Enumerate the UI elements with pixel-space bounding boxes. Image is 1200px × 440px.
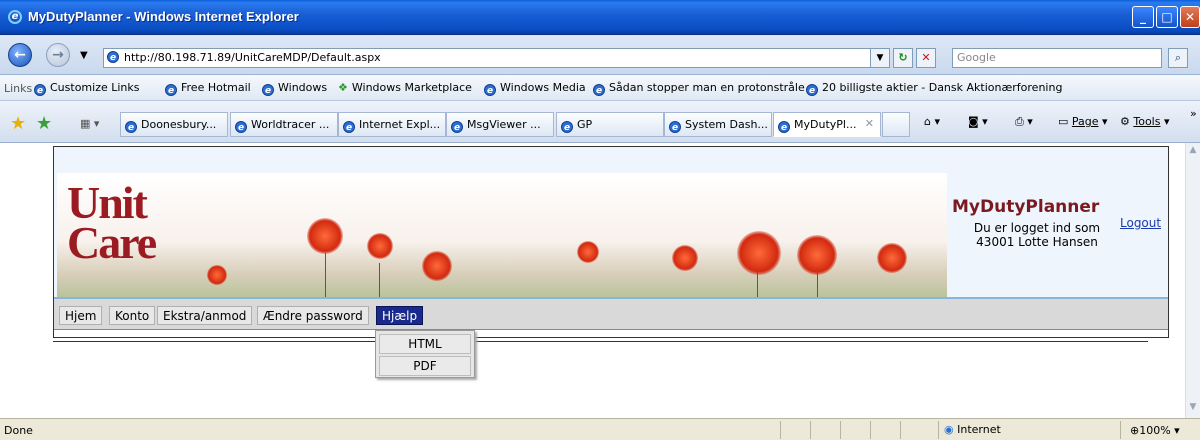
links-label: Links (4, 82, 33, 95)
tab-msgviewer[interactable]: e MsgViewer ... (446, 112, 554, 137)
close-button[interactable]: ✕ (1180, 6, 1200, 28)
tab-system-dash[interactable]: e System Dash... (664, 112, 772, 137)
link-item[interactable]: e Customize Links (34, 81, 140, 96)
menu-aendre-password[interactable]: Ændre password (257, 306, 369, 325)
tab-doonesbury[interactable]: e Doonesbury... (120, 112, 228, 137)
address-input[interactable]: e http://80.198.71.89/UnitCareMDP/Defaul… (103, 48, 888, 68)
address-dropdown-icon[interactable]: ▼ (870, 48, 890, 68)
minimize-button[interactable]: _ (1132, 6, 1154, 28)
stop-icon[interactable]: ✕ (916, 48, 936, 68)
chevron-more-icon[interactable]: » (1190, 107, 1197, 120)
tab-mydutyplanner[interactable]: e MyDutyPl... ✕ (773, 112, 881, 137)
frame-bottom-line (53, 341, 1148, 342)
link-item[interactable]: ❖ Windows Marketplace (338, 81, 472, 94)
window-title-bar[interactable]: e MyDutyPlanner - Windows Internet Explo… (0, 0, 1200, 35)
link-item[interactable]: e 20 billigste aktier - Dansk Aktionærfor… (806, 81, 1062, 96)
ie-page-icon: e (125, 121, 137, 133)
vertical-scrollbar[interactable]: ▲ ▼ (1185, 143, 1200, 418)
logout-link[interactable]: Logout (1120, 216, 1161, 230)
link-item[interactable]: e Free Hotmail (165, 81, 251, 96)
status-divider (840, 421, 841, 439)
ie-page-icon: e (451, 121, 463, 133)
back-button[interactable]: ← (8, 43, 32, 67)
close-tab-icon[interactable]: ✕ (865, 117, 874, 130)
menu-hjaelp[interactable]: Hjælp (376, 306, 424, 325)
app-header: Unit Care MyDutyPlanner Du er logget ind… (54, 147, 1168, 298)
feeds-icon[interactable]: ◙ ▾ (968, 115, 988, 128)
tab-gp[interactable]: e GP (556, 112, 664, 137)
ie-page-icon: e (165, 84, 177, 96)
app-frame: Unit Care MyDutyPlanner Du er logget ind… (53, 146, 1169, 338)
ie-logo-icon: e (8, 10, 22, 24)
link-item[interactable]: e Windows Media (484, 81, 586, 96)
tools-menu[interactable]: ⚙ Tools ▾ (1120, 115, 1170, 128)
ie-page-icon: e (235, 121, 247, 133)
scroll-up-icon[interactable]: ▲ (1186, 145, 1200, 159)
ie-page-icon: e (669, 121, 681, 133)
status-divider (870, 421, 871, 439)
status-divider (1120, 421, 1121, 439)
logged-in-info: Du er logget ind som 43001 Lotte Hansen (973, 221, 1101, 249)
page-favicon-icon: e (107, 51, 119, 63)
link-item[interactable]: e Windows (262, 81, 327, 96)
status-bar: Done ◉ Internet ⊕100% ▾ (0, 418, 1200, 440)
ie-page-icon: e (262, 84, 274, 96)
scroll-down-icon[interactable]: ▼ (1186, 402, 1200, 416)
menu-hjem[interactable]: Hjem (59, 306, 103, 325)
tab-worldtracer[interactable]: e Worldtracer ... (230, 112, 338, 137)
status-divider (810, 421, 811, 439)
status-divider (938, 421, 939, 439)
menu-ekstra-anmod[interactable]: Ekstra/anmod (157, 306, 253, 325)
app-name: MyDutyPlanner (952, 197, 1100, 217)
history-dropdown-icon[interactable]: ▼ (80, 50, 88, 61)
links-bar: Links e Customize Links e Free Hotmail e Wi… (0, 75, 1200, 101)
search-icon[interactable]: ⌕ (1168, 48, 1188, 68)
add-favorites-icon[interactable]: ★ (36, 113, 52, 134)
dropdown-item-pdf[interactable]: PDF (379, 356, 471, 376)
search-input[interactable]: Google (952, 48, 1162, 68)
app-menu-bar: Hjem Konto Ekstra/anmod Ændre password H… (54, 299, 1168, 330)
ie-page-icon: e (484, 84, 496, 96)
link-item[interactable]: e Sådan stopper man en protonstråle (593, 81, 805, 96)
security-zone[interactable]: ◉ Internet (944, 423, 1001, 436)
help-dropdown: HTML PDF (375, 330, 475, 378)
refresh-icon[interactable]: ↻ (893, 48, 913, 68)
favorites-star-icon[interactable]: ★ (10, 113, 26, 134)
ie-page-icon: e (593, 84, 605, 96)
ie-page-icon: e (343, 121, 355, 133)
dropdown-item-html[interactable]: HTML (379, 334, 471, 354)
forward-button[interactable]: → (46, 43, 70, 67)
print-icon[interactable]: ⎙ ▾ (1015, 115, 1033, 129)
status-divider (900, 421, 901, 439)
ie-page-icon: e (778, 121, 790, 133)
ie-page-icon: e (561, 121, 573, 133)
globe-icon: ◉ (944, 423, 954, 436)
ie-page-icon: e (34, 84, 46, 96)
home-icon[interactable]: ⌂ ▾ (924, 115, 940, 128)
page-content: Unit Care MyDutyPlanner Du er logget ind… (0, 143, 1185, 418)
windows-flag-icon: ❖ (338, 81, 348, 94)
status-text: Done (4, 424, 33, 437)
poppy-banner-image: Unit Care (57, 173, 947, 298)
unitcare-logo: Unit Care (67, 177, 157, 268)
window-title: MyDutyPlanner - Windows Internet Explore… (28, 9, 299, 24)
tab-internet-explorer[interactable]: e Internet Expl... (338, 112, 446, 137)
maximize-button[interactable]: □ (1156, 6, 1178, 28)
address-toolbar: ← → ▼ e http://80.198.71.89/UnitCareMDP/… (0, 35, 1200, 75)
address-url-text: http://80.198.71.89/UnitCareMDP/Default.… (124, 51, 381, 64)
zoom-level[interactable]: ⊕100% ▾ (1130, 424, 1180, 437)
quick-tabs-icon[interactable]: ▦ ▾ (80, 117, 99, 130)
new-tab-button[interactable] (882, 112, 910, 137)
tab-bar: ★ ★ ▦ ▾ e Doonesbury... e Worldtracer ... … (0, 101, 1200, 143)
status-divider (780, 421, 781, 439)
page-menu[interactable]: ▭ Page ▾ (1058, 115, 1108, 128)
menu-konto[interactable]: Konto (109, 306, 156, 325)
ie-page-icon: e (806, 84, 818, 96)
zoom-icon: ⊕ (1130, 424, 1140, 437)
